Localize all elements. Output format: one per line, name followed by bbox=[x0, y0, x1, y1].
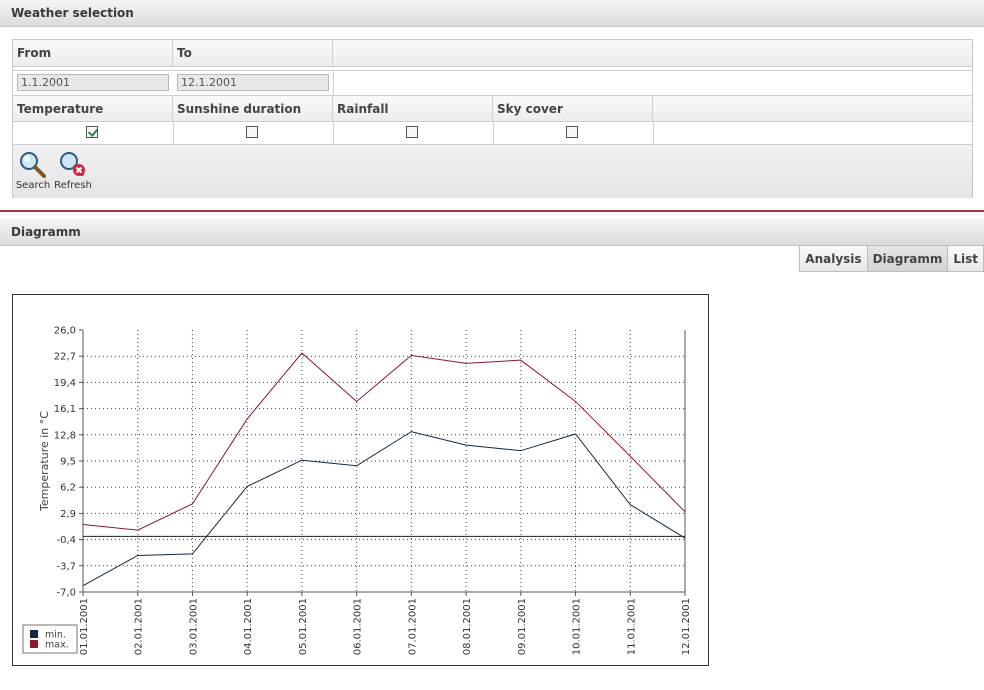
row-separator bbox=[13, 67, 972, 71]
tab-list[interactable]: List bbox=[947, 245, 984, 272]
refresh-label: Refresh bbox=[54, 180, 92, 191]
refresh-button[interactable]: Refresh bbox=[53, 150, 93, 191]
diagramm-title: Diagramm bbox=[11, 225, 81, 239]
diagramm-header: Diagramm bbox=[0, 219, 984, 246]
x-tick-label: 01.01.2001 bbox=[79, 598, 90, 655]
y-tick-label: 9,5 bbox=[60, 457, 76, 468]
y-tick-label: 6,2 bbox=[60, 483, 76, 494]
x-tick-label: 02.01.2001 bbox=[134, 598, 145, 655]
magnifier-icon bbox=[20, 152, 46, 178]
y-tick-label: -0,4 bbox=[56, 535, 76, 546]
series-line-min bbox=[82, 431, 686, 587]
x-tick-label: 06.01.2001 bbox=[353, 598, 364, 655]
x-tick-label: 10.01.2001 bbox=[572, 598, 583, 655]
sunshine-duration-checkbox[interactable] bbox=[246, 126, 258, 138]
from-date-input[interactable]: 1.1.2001 bbox=[17, 74, 169, 91]
from-label: From bbox=[13, 40, 173, 67]
options-filler bbox=[653, 95, 972, 122]
magnifier-cancel-icon bbox=[60, 152, 85, 176]
search-label: Search bbox=[15, 180, 51, 191]
search-button[interactable]: Search bbox=[13, 150, 53, 191]
legend-swatch bbox=[30, 640, 38, 648]
series-line-max bbox=[82, 352, 686, 531]
legend-swatch bbox=[30, 630, 38, 638]
input-row-divider bbox=[333, 71, 334, 95]
x-tick-label: 09.01.2001 bbox=[517, 598, 528, 655]
x-tick-label: 08.01.2001 bbox=[462, 598, 473, 655]
to-date-input[interactable]: 12.1.2001 bbox=[177, 74, 329, 91]
y-tick-label: 22,7 bbox=[54, 352, 76, 363]
tab-analysis[interactable]: Analysis bbox=[799, 245, 867, 272]
sky-cover-label: Sky cover bbox=[493, 95, 653, 122]
y-tick-label: 16,1 bbox=[54, 404, 76, 415]
temperature-chart: 26,0 22,7 19,4 16,1 12,8 9,5 6,2 2,9 -0,4 -3,7 -7,… bbox=[12, 294, 709, 666]
sunshine-duration-label: Sunshine duration bbox=[173, 95, 333, 122]
tab-diagramm[interactable]: Diagramm bbox=[866, 245, 948, 272]
y-axis-label: Temperature in °C bbox=[38, 411, 51, 512]
y-tick-label: -7,0 bbox=[56, 588, 76, 599]
temperature-label: Temperature bbox=[13, 95, 173, 122]
sky-cover-checkbox[interactable] bbox=[566, 126, 578, 138]
y-tick-label: 26,0 bbox=[54, 326, 76, 337]
action-toolbar: Search Refresh bbox=[13, 144, 972, 198]
header-filler bbox=[333, 40, 972, 67]
y-tick-label: 19,4 bbox=[54, 378, 76, 389]
weather-selection-form: From To 1.1.2001 12.1.2001 Temperature S… bbox=[12, 39, 973, 198]
legend-label: max. bbox=[45, 640, 69, 651]
x-tick-label: 12.01.2001 bbox=[681, 598, 692, 655]
x-tick-label: 03.01.2001 bbox=[188, 598, 199, 655]
x-tick-label: 07.01.2001 bbox=[407, 598, 418, 655]
y-tick-label: 2,9 bbox=[60, 509, 76, 520]
x-tick-label: 04.01.2001 bbox=[243, 598, 254, 655]
y-tick-label: -3,7 bbox=[56, 561, 76, 572]
rainfall-label: Rainfall bbox=[333, 95, 493, 122]
weather-selection-header: Weather selection bbox=[0, 0, 984, 27]
chart-svg: 26,0 22,7 19,4 16,1 12,8 9,5 6,2 2,9 -0,4 -3,7 -7,… bbox=[22, 326, 692, 655]
temperature-checkbox[interactable] bbox=[86, 126, 98, 138]
to-label: To bbox=[173, 40, 333, 67]
x-tick-label: 05.01.2001 bbox=[298, 598, 309, 655]
weather-selection-title: Weather selection bbox=[11, 6, 134, 20]
rainfall-checkbox[interactable] bbox=[406, 126, 418, 138]
x-tick-label: 11.01.2001 bbox=[626, 598, 637, 655]
view-tabs: Analysis Diagramm List bbox=[799, 245, 984, 272]
y-tick-label: 12,8 bbox=[54, 430, 76, 441]
section-divider bbox=[0, 210, 984, 212]
